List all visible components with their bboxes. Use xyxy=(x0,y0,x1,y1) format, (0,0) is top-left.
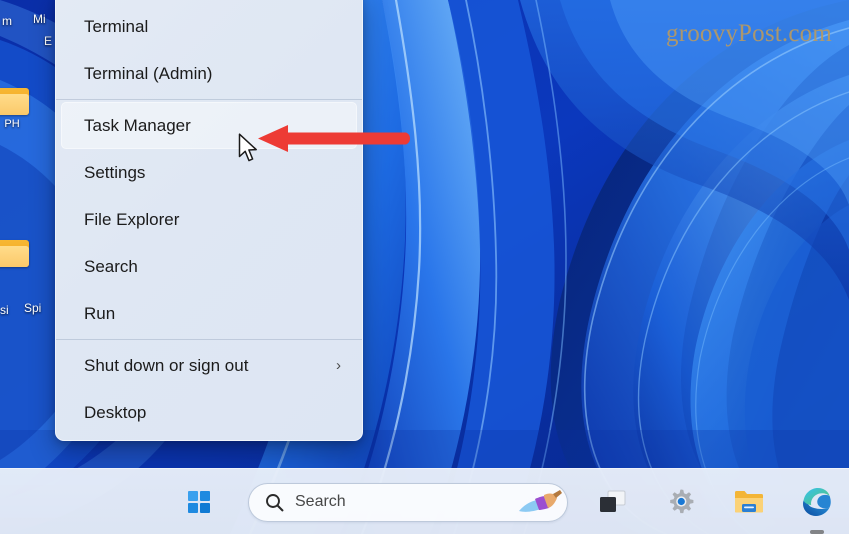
chevron-right-icon: › xyxy=(336,357,341,374)
settings-gear-icon[interactable] xyxy=(658,479,704,525)
search-icon xyxy=(266,493,284,511)
task-view-glyph xyxy=(600,490,626,512)
desktop-label-fragment-4: si xyxy=(0,303,9,317)
menu-item-label: Shut down or sign out xyxy=(84,355,249,375)
taskbar[interactable]: Search xyxy=(0,468,849,534)
menu-item-label: Settings xyxy=(84,162,146,182)
desktop-label-fragment-5: Spi xyxy=(24,301,42,315)
menu-item-terminal[interactable]: Terminal xyxy=(61,3,357,50)
menu-item-label: Desktop xyxy=(84,402,147,422)
folder-icon xyxy=(0,240,29,267)
menu-separator-1 xyxy=(56,99,362,100)
desktop-icon-folder-spi[interactable] xyxy=(0,240,35,267)
desktop-label-fragment-3: E xyxy=(44,34,53,48)
file-explorer-icon[interactable] xyxy=(726,479,772,525)
menu-item-label: Terminal (Admin) xyxy=(84,63,213,83)
menu-item-terminal-admin[interactable]: Terminal (Admin) xyxy=(61,50,357,97)
menu-item-desktop[interactable]: Desktop xyxy=(61,389,357,436)
desktop-icon-label: PH xyxy=(4,118,20,130)
gear-glyph xyxy=(670,489,694,514)
site-watermark: groovyPost.com xyxy=(666,20,832,47)
folder-icon xyxy=(0,88,29,115)
windows-logo-icon xyxy=(188,491,210,513)
menu-item-label: Terminal xyxy=(84,16,149,36)
win-x-power-user-menu[interactable]: Terminal Terminal (Admin) Task Manager S… xyxy=(55,0,363,441)
active-app-indicator xyxy=(810,530,824,534)
start-button[interactable] xyxy=(176,479,222,525)
folder-glyph xyxy=(735,491,763,513)
annotation-arrow-icon xyxy=(258,125,410,152)
desktop-label-fragment-2: Mi xyxy=(33,12,46,26)
task-view-icon[interactable] xyxy=(590,479,636,525)
menu-item-shut-down-or-sign-out[interactable]: Shut down or sign out › xyxy=(61,342,357,389)
search-placeholder: Search xyxy=(295,493,346,510)
paint-icon[interactable] xyxy=(517,489,563,519)
menu-item-search[interactable]: Search xyxy=(61,243,357,290)
menu-item-label: Run xyxy=(84,303,116,323)
mouse-cursor-icon xyxy=(238,133,257,162)
menu-item-file-explorer[interactable]: File Explorer xyxy=(61,196,357,243)
menu-item-label: File Explorer xyxy=(84,209,180,229)
microsoft-edge-icon[interactable] xyxy=(794,479,840,534)
menu-separator-2 xyxy=(56,339,362,340)
menu-item-label: Search xyxy=(84,256,138,276)
edge-glyph xyxy=(803,488,831,516)
desktop-icon-folder-ph[interactable]: PH xyxy=(0,88,35,130)
menu-item-settings[interactable]: Settings xyxy=(61,149,357,196)
desktop-label-fragment-1: m xyxy=(2,14,12,28)
search-input[interactable]: Search xyxy=(248,482,568,522)
menu-item-run[interactable]: Run xyxy=(61,290,357,337)
